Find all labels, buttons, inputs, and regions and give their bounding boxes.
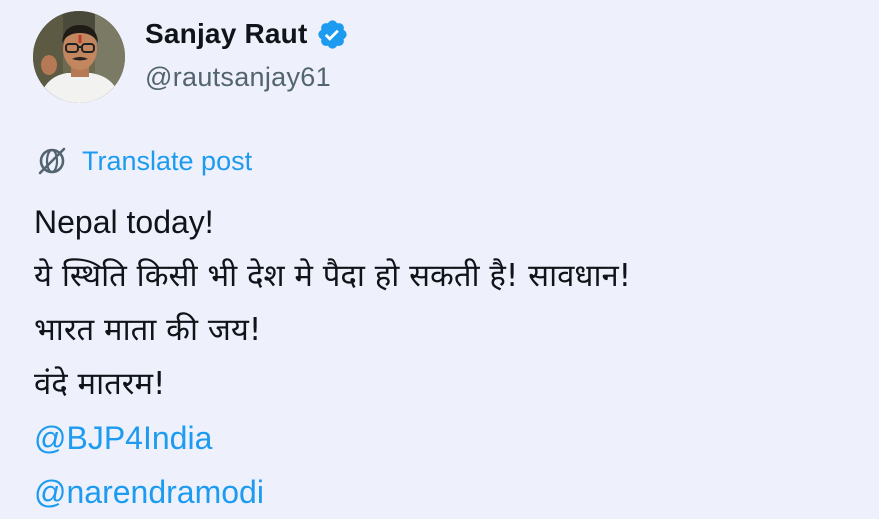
author-display-name[interactable]: Sanjay Raut: [145, 18, 307, 50]
translate-globe-icon: [36, 145, 68, 177]
post-line: ये स्थिति किसी भी देश मे पैदा हो सकती है…: [34, 258, 632, 294]
post-line: वंदे मातरम!: [34, 366, 166, 402]
mention-link-narendramodi[interactable]: @narendramodi: [34, 465, 854, 519]
avatar[interactable]: [33, 11, 125, 103]
translate-post-button[interactable]: Translate post: [36, 143, 252, 179]
post-line: भारत माता की जय!: [34, 312, 262, 348]
translate-post-label: Translate post: [82, 145, 253, 176]
author-handle[interactable]: @rautsanjay61: [145, 62, 331, 93]
mention-link-bjp4india[interactable]: @BJP4India: [34, 411, 854, 465]
profile-photo-icon: [33, 11, 125, 103]
post-body: Nepal today! ये स्थिति किसी भी देश मे पै…: [34, 195, 854, 519]
author-name-row: Sanjay Raut: [145, 14, 349, 54]
tweet-card: Sanjay Raut @rautsanjay61 Translate post…: [0, 0, 879, 510]
verified-badge-icon[interactable]: [316, 18, 349, 51]
post-line: Nepal today!: [34, 204, 214, 240]
